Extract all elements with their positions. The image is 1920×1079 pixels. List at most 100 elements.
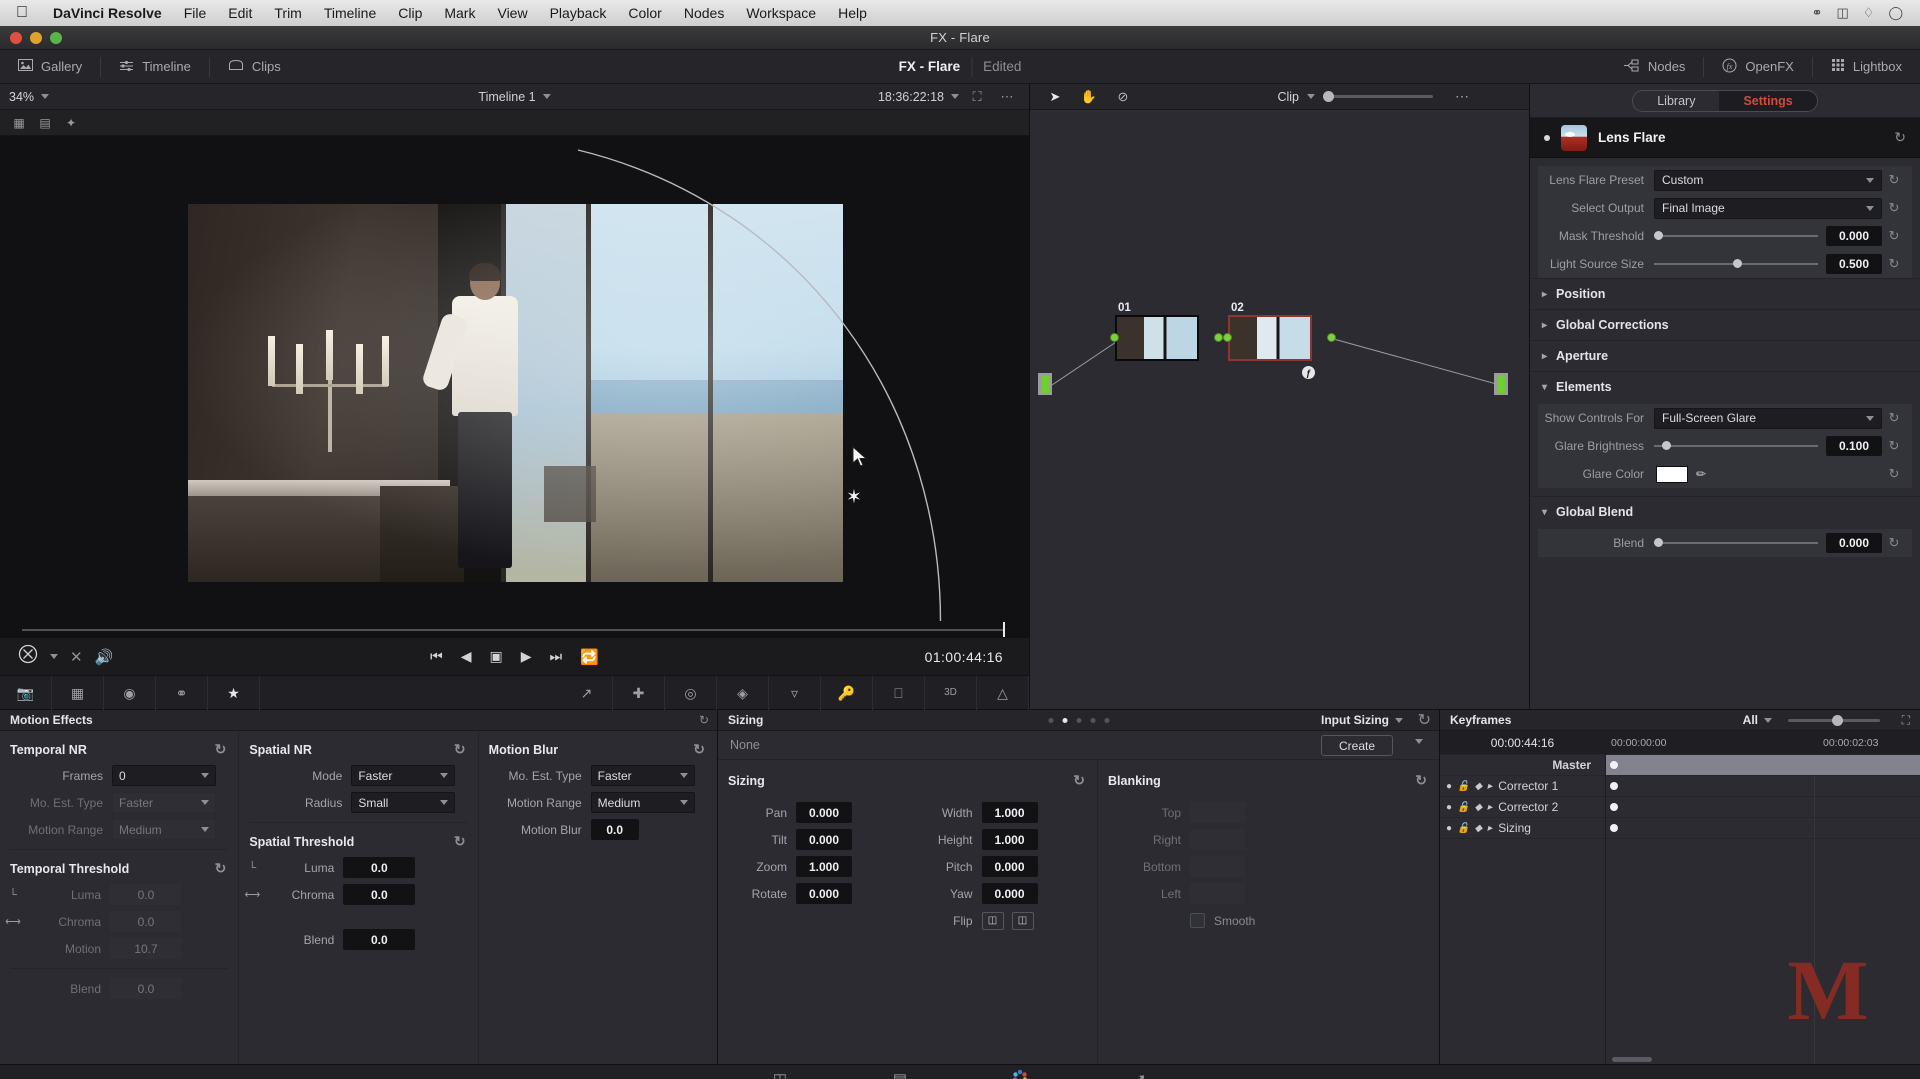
slider-knob[interactable] (1732, 259, 1742, 268)
reset-icon[interactable]: ↻ (1882, 172, 1906, 188)
viewer-canvas[interactable]: ✶ (0, 136, 1029, 621)
ellipsis-icon[interactable]: ⋯ (1455, 88, 1471, 105)
menu-item-trim[interactable]: Trim (263, 5, 312, 21)
keyframe-row-master[interactable]: Master (1440, 755, 1605, 776)
menu-item-clip[interactable]: Clip (387, 5, 433, 21)
tab-nodes[interactable]: Nodes (1605, 50, 1704, 84)
apple-icon[interactable]:  (16, 4, 28, 22)
reset-icon[interactable]: ↻ (454, 741, 466, 758)
menu-item-davinci-resolve[interactable]: DaVinci Resolve (42, 5, 173, 21)
height-value[interactable]: 1.000 (981, 829, 1038, 850)
keyframe-track-master[interactable] (1606, 755, 1920, 776)
audio-icon[interactable]: 🔊 (95, 648, 114, 666)
section-global-corrections[interactable]: ▸ Global Corrections (1530, 309, 1920, 340)
reset-icon[interactable]: ↻ (699, 713, 709, 727)
spatial-radius-select[interactable]: Small (351, 792, 456, 813)
glare-brightness-slider[interactable] (1654, 436, 1818, 457)
node-output-port[interactable] (1214, 333, 1223, 342)
node-size-slider[interactable] (1323, 91, 1433, 102)
pan-value[interactable]: 0.000 (796, 802, 852, 823)
node-input-port[interactable] (1110, 333, 1119, 342)
lock-icon[interactable]: 🔓 (1457, 802, 1469, 813)
temporal-luma-value[interactable]: 0.0 (110, 884, 182, 905)
mask-threshold-value[interactable]: 0.000 (1826, 226, 1882, 246)
node-input-port[interactable] (1223, 333, 1232, 342)
chevron-right-icon[interactable]: ▸ (1487, 823, 1492, 834)
slider-knob[interactable] (1654, 538, 1663, 547)
keyframe-track-corrector-1[interactable] (1606, 776, 1920, 797)
mb-motion-range-select[interactable]: Medium (590, 792, 695, 813)
mo-est-type-select[interactable]: Faster (112, 792, 216, 813)
flare-center-handle[interactable]: ✶ (846, 486, 862, 509)
page-dot[interactable] (1090, 717, 1095, 723)
reset-icon[interactable]: ↻ (1882, 228, 1906, 244)
menu-item-edit[interactable]: Edit (217, 5, 263, 21)
section-global-blend[interactable]: ▾ Global Blend (1530, 496, 1920, 527)
disable-icon[interactable]: ✕ (70, 648, 83, 666)
section-position[interactable]: ▸ Position (1530, 278, 1920, 309)
step-back-icon[interactable]: ◀ (461, 648, 472, 665)
key-icon[interactable]: 🔑 (821, 675, 873, 710)
skip-start-icon[interactable]: ⏮ (430, 648, 443, 665)
tracker-icon[interactable]: ◈ (717, 675, 769, 710)
lock-icon[interactable]: 🔓 (1457, 781, 1469, 792)
enable-dot-icon[interactable]: ● (1446, 823, 1452, 834)
keyframe-marker[interactable] (1610, 803, 1618, 811)
wifi-icon[interactable]: ♢ (1856, 5, 1882, 21)
menu-item-workspace[interactable]: Workspace (735, 5, 827, 21)
lock-icon[interactable]: 🔓 (1457, 823, 1469, 834)
page-dot[interactable] (1076, 717, 1081, 723)
blanking-left-value[interactable] (1190, 883, 1246, 904)
grid-icon[interactable]: ▦ (7, 114, 31, 132)
node-scope-selector[interactable]: Clip (1277, 90, 1433, 104)
page-deliver[interactable]: ➚ Deliver (1080, 1065, 1200, 1079)
yaw-value[interactable]: 0.000 (981, 883, 1038, 904)
page-color[interactable]: Color (960, 1065, 1080, 1079)
slider-knob[interactable] (1832, 715, 1843, 727)
reset-icon[interactable]: ↻ (454, 833, 466, 850)
reset-icon[interactable]: ↻ (1418, 710, 1431, 730)
enable-dot-icon[interactable]: ● (1446, 781, 1452, 792)
zoom-selector[interactable]: 34% (0, 90, 58, 104)
stabilizer-icon[interactable]: △ (977, 675, 1029, 710)
temporal-motion-value[interactable]: 10.7 (110, 938, 182, 959)
spatial-luma-value[interactable]: 0.0 (343, 857, 416, 878)
smooth-checkbox[interactable] (1190, 913, 1205, 928)
lens-flare-preset-select[interactable]: Custom (1654, 169, 1882, 191)
glare-color-swatch[interactable] (1656, 465, 1688, 483)
qualifier-icon[interactable]: ✚ (613, 675, 665, 710)
keyframe-marker[interactable] (1610, 782, 1618, 790)
camera-raw-icon[interactable]: 📷 (0, 675, 52, 710)
tab-clips[interactable]: Clips (210, 50, 299, 84)
power-window-icon[interactable]: ◎ (665, 675, 717, 710)
reset-icon[interactable]: ↻ (215, 860, 227, 877)
blend-value[interactable]: 0.000 (1826, 533, 1882, 553)
keyframe-row-corrector-2[interactable]: ● 🔓 ◆ ▸ Corrector 2 (1440, 797, 1605, 818)
wipe-icon[interactable]: ✦ (59, 114, 83, 132)
create-button[interactable]: Create (1321, 735, 1393, 756)
keyframe-track-sizing[interactable] (1606, 818, 1920, 839)
fit-screen-icon[interactable]: ⛶ (963, 89, 991, 105)
keyframe-diamond-icon[interactable]: ◆ (1475, 823, 1483, 834)
link-chain-icon[interactable]: ⟷ (0, 915, 26, 928)
spatial-blend-value[interactable]: 0.0 (343, 929, 416, 950)
chevron-down-icon[interactable] (50, 654, 58, 659)
temporal-chroma-value[interactable]: 0.0 (110, 911, 182, 932)
slider-knob[interactable] (1662, 441, 1672, 450)
keyframe-marker[interactable] (1610, 761, 1618, 769)
keyframe-diamond-icon[interactable]: ◆ (1475, 802, 1483, 813)
curves-palette-icon[interactable]: ⚭ (156, 675, 208, 710)
skip-end-icon[interactable]: ⏭ (550, 648, 563, 665)
section-aperture[interactable]: ▸ Aperture (1530, 340, 1920, 371)
menu-item-timeline[interactable]: Timeline (313, 5, 387, 21)
menu-item-file[interactable]: File (173, 5, 218, 21)
reset-icon[interactable]: ↻ (1882, 200, 1906, 216)
scrubber-playhead[interactable] (1003, 622, 1005, 637)
spatial-mode-select[interactable]: Faster (351, 765, 456, 786)
stop-icon[interactable]: ▣ (490, 648, 503, 665)
glare-brightness-value[interactable]: 0.100 (1826, 436, 1882, 456)
motion-blur-value[interactable]: 0.0 (590, 819, 639, 840)
page-dot[interactable] (1048, 717, 1053, 723)
link-chain-icon[interactable]: ⟷ (239, 888, 265, 901)
node-02[interactable] (1228, 315, 1312, 361)
